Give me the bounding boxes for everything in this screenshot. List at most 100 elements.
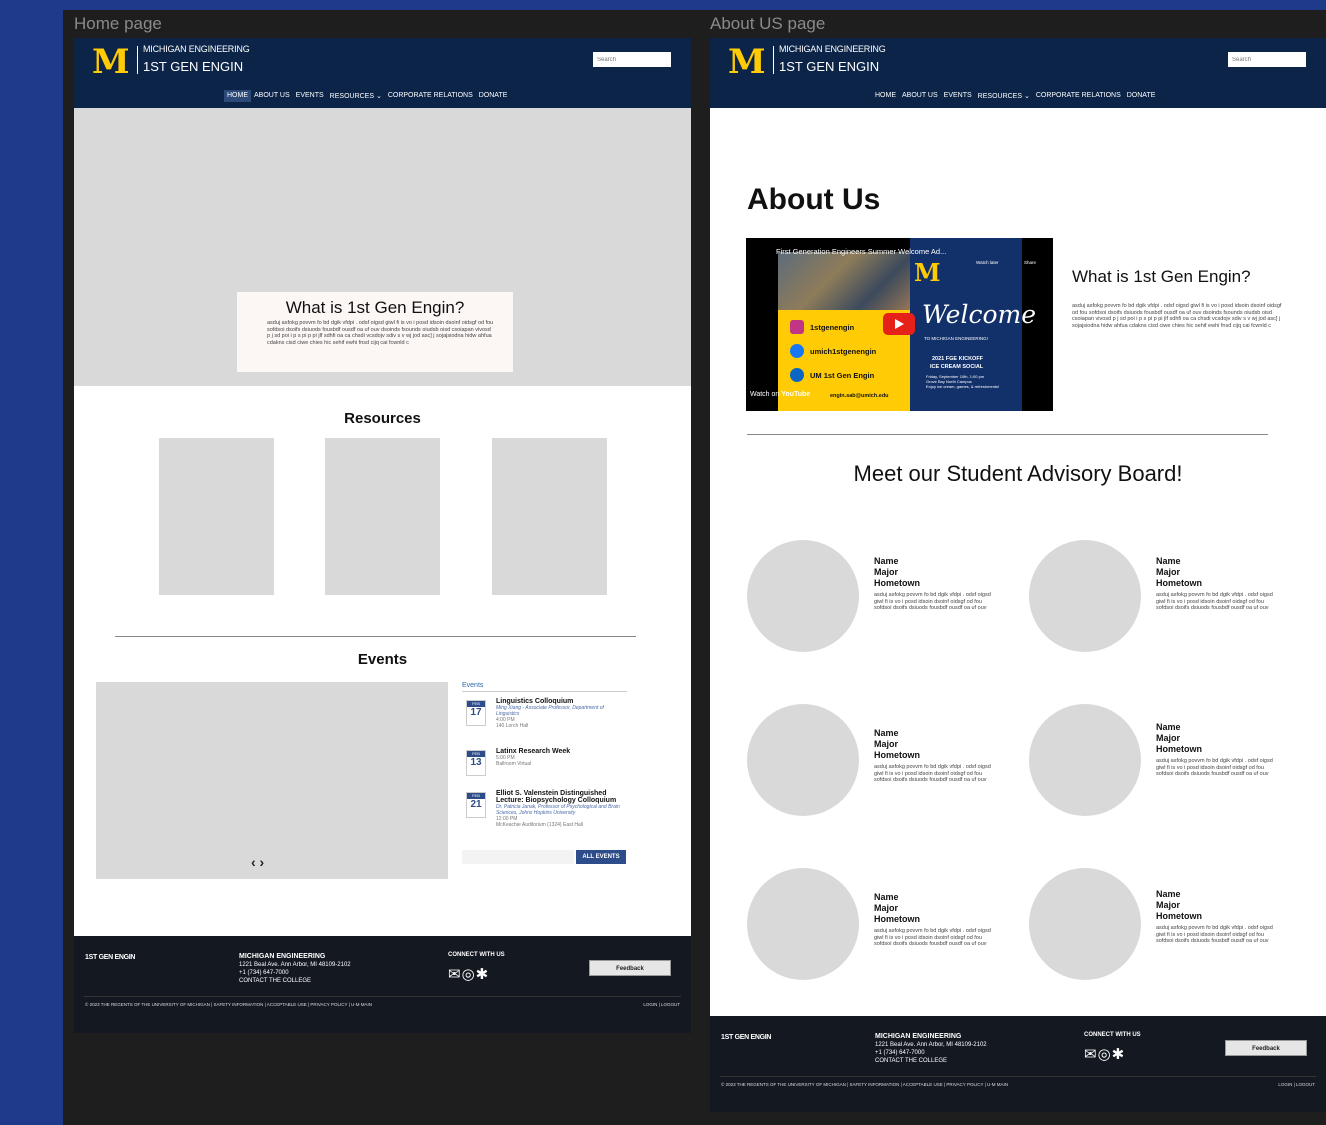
member-photo — [1029, 868, 1141, 980]
carousel-arrows-icon[interactable]: ‹ › — [251, 854, 264, 870]
video-social-linkedin: UM 1st Gen Engin — [810, 371, 875, 380]
member-hometown: Hometown — [1156, 911, 1202, 921]
footer-login-links[interactable]: LOGIN | LOGOUT — [643, 1002, 680, 1007]
watch-on-youtube[interactable]: Watch on YouTube — [750, 391, 810, 398]
event-place: Ballroom Virtual — [496, 761, 532, 767]
events-filter-input[interactable] — [462, 850, 574, 864]
youtube-video-embed[interactable]: M First Generation Engineers Summer Welc… — [746, 238, 1053, 411]
about-question: What is 1st Gen Engin? — [1072, 267, 1251, 286]
instagram-icon[interactable]: ◎ — [462, 966, 476, 983]
video-social-instagram: 1stgenengin — [810, 323, 855, 332]
slack-icon[interactable]: ✱ — [1112, 1046, 1126, 1063]
member-hometown: Hometown — [874, 578, 920, 588]
search-input[interactable] — [593, 52, 671, 67]
nav-about-us[interactable]: ABOUT US — [251, 90, 293, 102]
event-name[interactable]: Elliot S. Valenstein Distinguished Lectu… — [496, 790, 627, 804]
video-title[interactable]: First Generation Engineers Summer Welcom… — [776, 247, 946, 256]
nav-resources[interactable]: RESOURCES ⌄ — [327, 90, 385, 102]
member-hometown: Hometown — [874, 750, 920, 760]
footer-org: MICHIGAN ENGINEERING — [875, 1033, 962, 1040]
member-card: Name Major Hometown asduj asfokg povvm f… — [874, 892, 994, 948]
email-icon[interactable]: ✉ — [1084, 1046, 1098, 1063]
michigan-logo[interactable]: M — [92, 42, 130, 82]
nav-events[interactable]: EVENTS — [293, 90, 327, 102]
footer-legal-links[interactable]: © 2023 THE REGENTS OF THE UNIVERSITY OF … — [721, 1082, 1008, 1087]
footer-address: 1221 Beal Ave. Ann Arbor, MI 48109-2102 — [239, 962, 351, 968]
member-major: Major — [1156, 567, 1181, 577]
footer-social-icons: ✉◎✱ — [448, 965, 489, 983]
event-item[interactable]: FEB 13 Latinx Research Week 5:00 PM Ball… — [462, 748, 627, 784]
facebook-icon — [790, 344, 804, 358]
event-item[interactable]: FEB 17 Linguistics Colloquium Ming Xiang… — [462, 698, 627, 742]
member-hometown: Hometown — [1156, 744, 1202, 754]
michigan-logo[interactable]: M — [728, 42, 766, 82]
footer-phone[interactable]: +1 (734) 647-7000 — [239, 970, 289, 976]
nav-donate[interactable]: DONATE — [1124, 90, 1159, 102]
nav-corporate-relations[interactable]: CORPORATE RELATIONS — [1033, 90, 1124, 102]
brand-line-2: 1ST GEN ENGIN — [779, 59, 880, 74]
about-frame-label: About US page — [710, 14, 826, 33]
resource-card[interactable] — [159, 438, 274, 595]
member-bio: asduj asfokg povvm fo bd dgik vfdpi . od… — [874, 592, 991, 611]
resource-card[interactable] — [492, 438, 607, 595]
nav-about-us[interactable]: ABOUT US — [899, 90, 941, 102]
video-ice-cream: ICE CREAM SOCIAL — [930, 364, 984, 370]
nav-resources[interactable]: RESOURCES ⌄ — [975, 90, 1033, 102]
calendar-date-icon: FEB 13 — [466, 750, 486, 776]
member-card: Name Major Hometown asduj asfokg povvm f… — [1156, 722, 1276, 778]
footer-login-links[interactable]: LOGIN | LOGOUT — [1278, 1082, 1315, 1087]
brand-line-2: 1ST GEN ENGIN — [143, 59, 244, 74]
member-major: Major — [874, 739, 899, 749]
footer-address-block: MICHIGAN ENGINEERING 1221 Beal Ave. Ann … — [875, 1033, 987, 1065]
hero-text: asduj asfokg povvm fo bd dgik vfdpi . od… — [267, 320, 494, 346]
member-card: Name Major Hometown asduj asfokg povvm f… — [874, 556, 994, 612]
footer-contact-link[interactable]: CONTACT THE COLLEGE — [875, 1058, 947, 1064]
event-name[interactable]: Latinx Research Week — [496, 748, 627, 755]
member-photo — [747, 540, 859, 652]
member-major: Major — [874, 567, 899, 577]
events-list-header: Events — [462, 682, 627, 692]
video-welcome-text: Welcome — [922, 300, 1037, 329]
play-button-icon[interactable] — [883, 313, 915, 335]
about-page-frame: M MICHIGAN ENGINEERING 1ST GEN ENGIN HOM… — [710, 38, 1326, 1112]
footer-address: 1221 Beal Ave. Ann Arbor, MI 48109-2102 — [875, 1042, 987, 1048]
nav-corporate-relations[interactable]: CORPORATE RELATIONS — [385, 90, 476, 102]
feedback-button[interactable]: Feedback — [589, 960, 671, 976]
member-name: Name — [1156, 722, 1181, 732]
slack-icon[interactable]: ✱ — [476, 966, 490, 983]
share-button[interactable]: Share — [1024, 260, 1036, 265]
home-frame-label: Home page — [74, 14, 162, 33]
resource-card[interactable] — [325, 438, 440, 595]
event-name[interactable]: Linguistics Colloquium — [496, 698, 627, 705]
footer-social-icons: ✉◎✱ — [1084, 1045, 1125, 1063]
main-nav: HOME ABOUT US EVENTS RESOURCES ⌄ CORPORA… — [872, 90, 1158, 102]
brand-line-1: MICHIGAN ENGINEERING — [143, 44, 250, 54]
event-info: Latinx Research Week 5:00 PM Ballroom Vi… — [496, 748, 627, 767]
footer-connect-title: CONNECT WITH US — [1084, 1032, 1141, 1038]
video-details: Friday, September 10th, 1:00 pm Grove Ba… — [926, 374, 1000, 389]
event-day: 13 — [470, 757, 482, 768]
nav-donate[interactable]: DONATE — [476, 90, 511, 102]
footer-contact-link[interactable]: CONTACT THE COLLEGE — [239, 978, 311, 984]
hero-title: What is 1st Gen Engin? — [285, 298, 465, 317]
email-icon[interactable]: ✉ — [448, 966, 462, 983]
events-carousel[interactable]: ‹ › — [96, 682, 448, 879]
footer-brand: 1ST GEN ENGIN — [85, 954, 136, 961]
nav-home[interactable]: HOME — [872, 90, 899, 102]
search-input[interactable] — [1228, 52, 1306, 67]
member-bio: asduj asfokg povvm fo bd dgik vfdpi . od… — [1156, 592, 1273, 611]
nav-home[interactable]: HOME — [224, 90, 251, 102]
video-email: engin.sab@umich.edu — [830, 393, 889, 399]
event-subtitle: Ming Xiang - Associate Professor, Depart… — [496, 705, 604, 717]
footer-phone[interactable]: +1 (734) 647-7000 — [875, 1050, 925, 1056]
feedback-button[interactable]: Feedback — [1225, 1040, 1307, 1056]
all-events-button[interactable]: ALL EVENTS — [576, 850, 626, 864]
nav-events[interactable]: EVENTS — [941, 90, 975, 102]
watch-later-button[interactable]: Watch later — [976, 260, 999, 265]
member-major: Major — [1156, 900, 1181, 910]
event-item[interactable]: FEB 21 Elliot S. Valenstein Distinguishe… — [462, 790, 627, 844]
logo-divider — [773, 46, 774, 74]
footer-legal-links[interactable]: © 2023 THE REGENTS OF THE UNIVERSITY OF … — [85, 1002, 372, 1007]
main-nav: HOME ABOUT US EVENTS RESOURCES ⌄ CORPORA… — [224, 90, 510, 102]
instagram-icon[interactable]: ◎ — [1098, 1046, 1112, 1063]
